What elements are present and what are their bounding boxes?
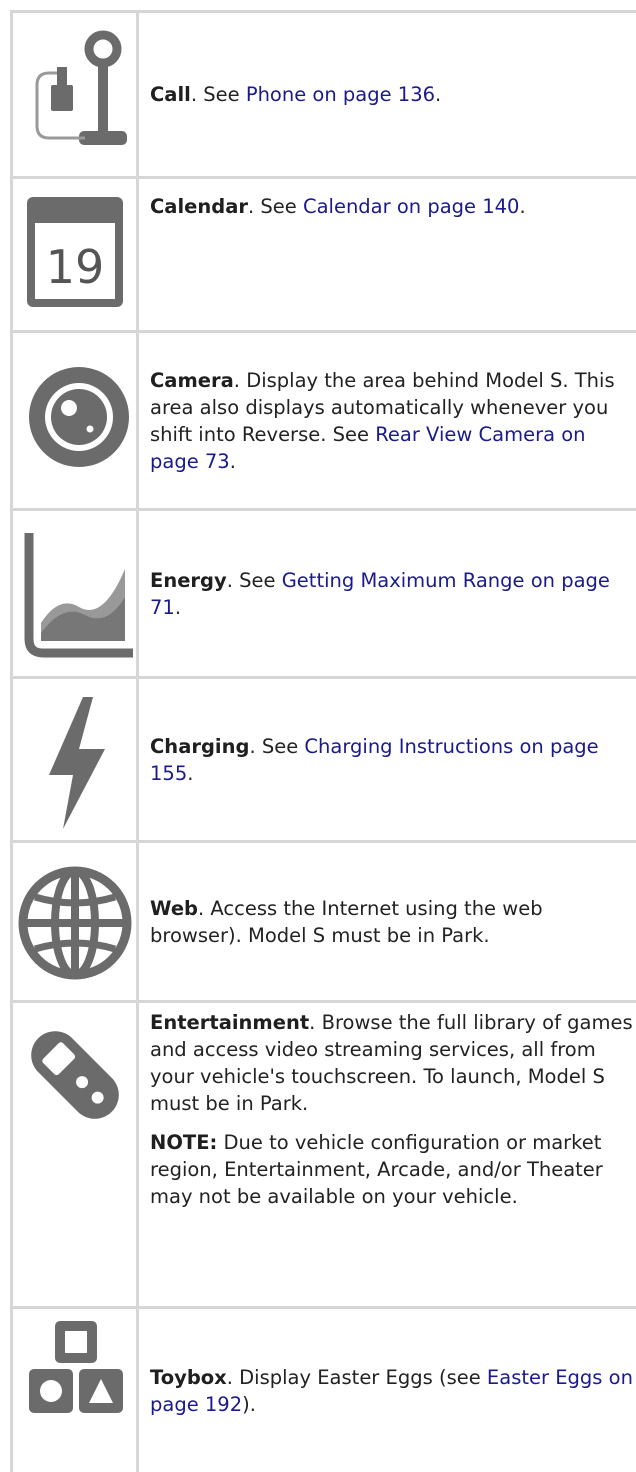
description-text: Camera. Display the area behind Model S.…	[150, 368, 615, 473]
description-cell: Web. Access the Internet using the web b…	[150, 843, 634, 1000]
lightning-bolt-icon	[49, 697, 105, 829]
energy-graph-icon	[24, 533, 133, 658]
description-text: Call. See Phone on page 136.	[150, 83, 442, 106]
description-body: . See	[248, 195, 303, 218]
description-cell: Call. See Phone on page 136.	[150, 13, 634, 176]
description-text: Toybox. Display Easter Eggs (see Easter …	[150, 1365, 633, 1416]
game-controller-icon	[31, 1031, 119, 1119]
camera-lens-icon	[29, 367, 129, 467]
term-label: Camera	[150, 368, 234, 392]
page-link[interactable]: Phone on page 136	[246, 83, 435, 106]
table-row-call: Call. See Phone on page 136.	[0, 13, 636, 176]
phone-handset-icon	[35, 30, 127, 145]
description-body: . See	[226, 568, 282, 592]
calendar-icon: 19	[27, 197, 123, 307]
calendar-day-number: 19	[46, 240, 105, 294]
table-row-energy: Energy. See Getting Maximum Range on pag…	[0, 511, 636, 676]
description-text: Entertainment. Browse the full library o…	[150, 1009, 634, 1117]
icon-cell	[13, 333, 136, 508]
icon-cell: 19	[13, 179, 136, 330]
term-label: Entertainment	[150, 1011, 310, 1034]
description-cell: Calendar. See Calendar on page 140.	[150, 179, 634, 330]
description-text: Energy. See Getting Maximum Range on pag…	[150, 568, 610, 619]
icon-cell	[13, 1309, 136, 1472]
feature-table: Call. See Phone on page 136. 19 Calendar…	[0, 0, 636, 1472]
term-label: Energy	[150, 568, 227, 592]
table-row-entertainment: Entertainment. Browse the full library o…	[0, 1003, 636, 1306]
globe-icon	[18, 866, 132, 980]
term-label: Web	[150, 896, 198, 920]
icon-cell	[13, 1003, 136, 1306]
term-label: Calendar	[150, 195, 248, 218]
term-label: Call	[150, 83, 191, 106]
description-body: . See	[249, 734, 305, 758]
table-row-charging: Charging. See Charging Instructions on p…	[0, 679, 636, 840]
description-text: Charging. See Charging Instructions on p…	[150, 734, 599, 785]
description-body: . Access the Internet using the web brow…	[150, 896, 543, 947]
table-row-toybox: Toybox. Display Easter Eggs (see Easter …	[0, 1309, 636, 1472]
icon-cell	[13, 843, 136, 1000]
description-cell: Entertainment. Browse the full library o…	[150, 1003, 634, 1306]
term-label: Toybox	[150, 1365, 227, 1389]
page-link[interactable]: Calendar on page 140	[303, 195, 520, 218]
note-label: NOTE:	[150, 1131, 218, 1154]
term-label: Charging	[150, 734, 250, 758]
icon-cell	[13, 679, 136, 840]
toy-blocks-icon	[29, 1321, 123, 1413]
table-row-calendar: 19 Calendar. See Calendar on page 140.	[0, 179, 636, 330]
description-body: . Display Easter Eggs (see	[226, 1365, 487, 1389]
description-cell: Charging. See Charging Instructions on p…	[150, 679, 634, 840]
description-body: . See	[190, 83, 246, 106]
note-text: NOTE: Due to vehicle configuration or ma…	[150, 1129, 634, 1210]
icon-cell	[13, 511, 136, 676]
icon-cell	[13, 13, 136, 176]
table-row-web: Web. Access the Internet using the web b…	[0, 843, 636, 1000]
description-cell: Camera. Display the area behind Model S.…	[150, 333, 634, 508]
description-cell: Toybox. Display Easter Eggs (see Easter …	[150, 1309, 634, 1472]
description-text: Calendar. See Calendar on page 140.	[150, 195, 526, 218]
description-text: Web. Access the Internet using the web b…	[150, 895, 634, 949]
table-row-camera: Camera. Display the area behind Model S.…	[0, 333, 636, 508]
note-body: Due to vehicle configuration or market r…	[150, 1131, 603, 1208]
description-cell: Energy. See Getting Maximum Range on pag…	[150, 511, 634, 676]
